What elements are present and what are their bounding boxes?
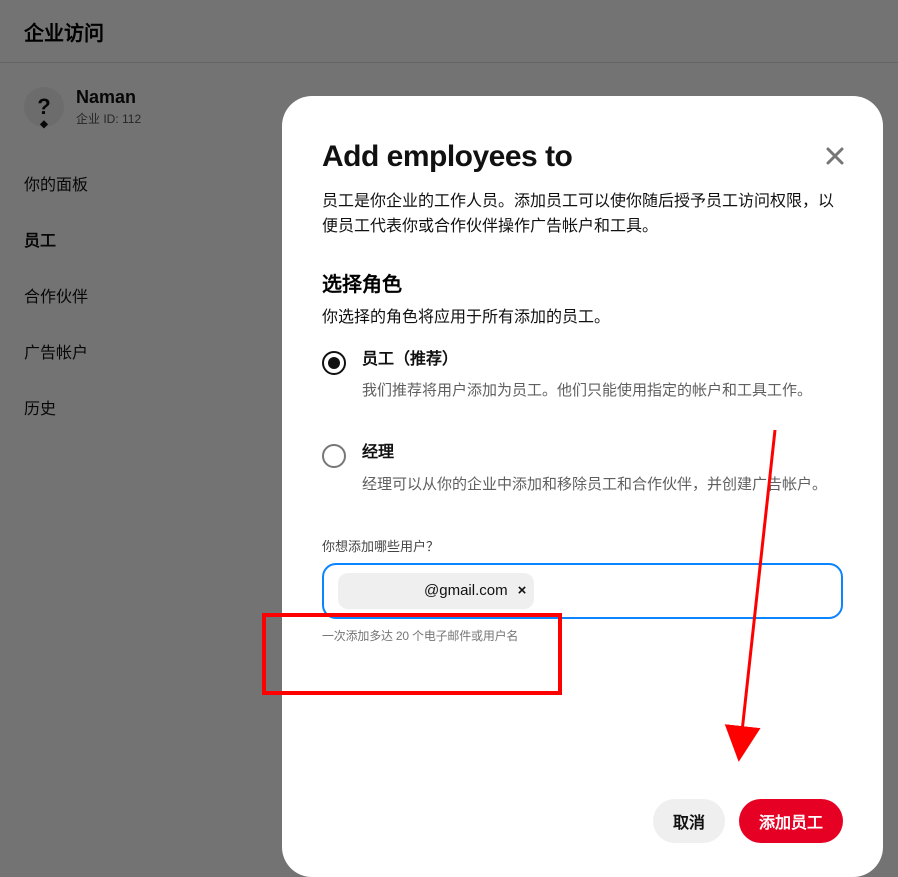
close-button[interactable] bbox=[817, 138, 853, 174]
role-option-manager[interactable]: 经理 经理可以从你的企业中添加和移除员工和合作伙伴，并创建广告帐户。 bbox=[322, 442, 843, 496]
modal-lead: 员工是你企业的工作人员。添加员工可以使你随后授予员工访问权限，以便员工代表你或合… bbox=[322, 190, 843, 240]
modal-footer: 取消 添加员工 bbox=[653, 799, 843, 843]
modal-title: Add employees to bbox=[322, 140, 843, 174]
select-role-sub: 你选择的角色将应用于所有添加的员工。 bbox=[322, 303, 843, 327]
close-icon bbox=[826, 147, 844, 165]
chip-remove-button[interactable]: × bbox=[518, 582, 527, 599]
submit-button[interactable]: 添加员工 bbox=[739, 799, 843, 843]
cancel-button[interactable]: 取消 bbox=[653, 799, 725, 843]
role-option-employee[interactable]: 员工（推荐） 我们推荐将用户添加为员工。他们只能使用指定的帐户和工具工作。 bbox=[322, 349, 843, 403]
users-field-label: 你想添加哪些用户？ bbox=[322, 536, 843, 555]
chip-value: @gmail.com bbox=[424, 582, 508, 599]
role-manager-title: 经理 bbox=[362, 442, 843, 464]
add-employees-modal: Add employees to 员工是你企业的工作人员。添加员工可以使你随后授… bbox=[282, 96, 883, 877]
role-employee-desc: 我们推荐将用户添加为员工。他们只能使用指定的帐户和工具工作。 bbox=[362, 379, 843, 402]
select-role-title: 选择角色 bbox=[322, 268, 843, 297]
users-helper-text: 一次添加多达 20 个电子邮件或用户名 bbox=[322, 627, 843, 644]
role-employee-title: 员工（推荐） bbox=[362, 349, 843, 371]
radio-manager[interactable] bbox=[322, 444, 346, 468]
email-chip: @gmail.com × bbox=[338, 573, 534, 609]
radio-employee[interactable] bbox=[322, 351, 346, 375]
users-input[interactable]: @gmail.com × bbox=[322, 563, 843, 619]
role-manager-desc: 经理可以从你的企业中添加和移除员工和合作伙伴，并创建广告帐户。 bbox=[362, 473, 843, 496]
